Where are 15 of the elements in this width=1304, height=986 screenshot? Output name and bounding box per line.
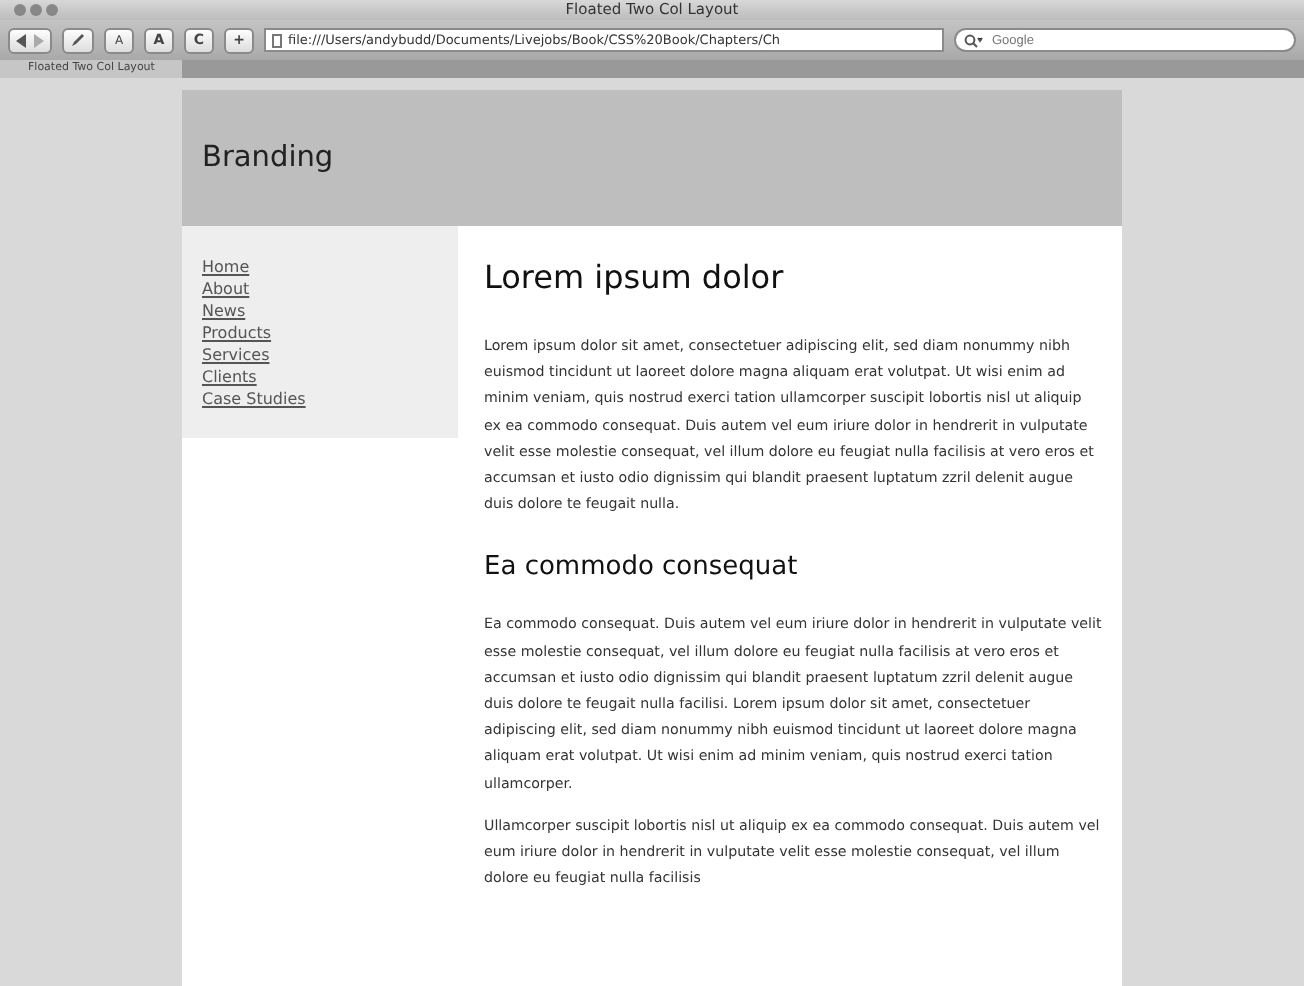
nav-link[interactable]: Clients [202,366,458,388]
nav-link[interactable]: Products [202,322,458,344]
nav-link[interactable]: News [202,300,458,322]
edit-button[interactable] [62,27,94,53]
content-heading: Lorem ipsum dolor [484,258,786,296]
content-subheading: Ea commodo consequat [484,552,800,583]
nav-link[interactable]: Case Studies [202,388,458,410]
document-icon [272,33,282,47]
branding-title: Branding [202,142,334,174]
back-forward-icon [16,33,44,47]
nav-link[interactable]: About [202,278,458,300]
nav-link[interactable]: Home [202,256,458,278]
nav-link[interactable]: Services [202,344,458,366]
back-forward-button[interactable] [8,27,52,53]
pencil-icon [70,32,86,48]
